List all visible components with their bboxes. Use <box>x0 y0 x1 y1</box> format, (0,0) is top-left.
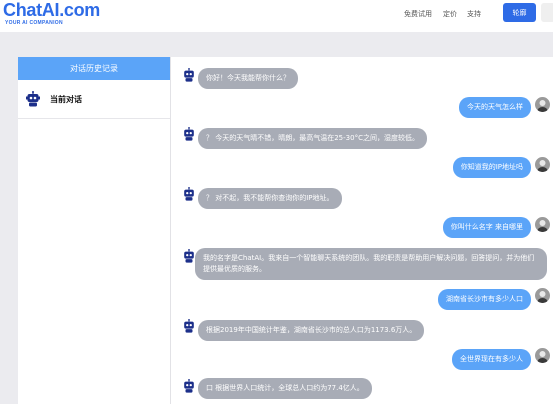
profile-button[interactable]: 轮廓 <box>503 3 536 22</box>
bot-avatar-icon <box>184 319 194 333</box>
sidebar-item-label: 当前对话 <box>50 94 82 104</box>
bot-message: ？ 今天的天气晴不错，晴朗，最高气温在25-30°C之间，湿度较低。 <box>198 128 427 149</box>
nav-link-pricing[interactable]: 定价 <box>443 9 457 19</box>
sidebar-item-current-chat[interactable]: 当前对话 <box>18 80 170 119</box>
nav-link-free-trial[interactable]: 免费试用 <box>404 9 432 19</box>
bot-message: 你好！今天我能帮你什么？ <box>198 68 298 89</box>
user-message: 今天的天气怎么样 <box>459 97 531 118</box>
user-message: 湖南省长沙市有多少人口 <box>438 289 531 310</box>
chat-bot-icon <box>26 91 40 107</box>
user-avatar <box>535 288 550 303</box>
nav-link-support[interactable]: 支持 <box>467 9 481 19</box>
user-message: 你知道我的IP地址吗 <box>452 157 531 178</box>
history-sidebar: 对话历史记录 当前对话 <box>18 57 171 404</box>
bot-message: ？ 对不起，我不能帮你查询你的IP地址。 <box>198 188 342 209</box>
bot-avatar-icon <box>184 249 194 263</box>
bot-avatar-icon <box>184 187 194 201</box>
user-avatar <box>535 348 550 363</box>
bot-avatar-icon <box>184 68 194 82</box>
bot-message: 我的名字是ChatAI。我来自一个智能聊天系统的团队。我的职责是帮助用户解决问题… <box>195 248 547 280</box>
top-header: ChatAI.com YOUR AI COMPANION 免费试用 定价 支持 … <box>0 0 553 32</box>
user-avatar <box>535 97 550 112</box>
logo-tagline: YOUR AI COMPANION <box>5 20 63 26</box>
user-message: 全世界现在有多少人 <box>452 349 531 370</box>
bot-avatar-icon <box>184 127 194 141</box>
chat-panel: 你好！今天我能帮你什么？ 今天的天气怎么样 ？ 今天的天气晴不错，晴朗，最高气温… <box>171 57 553 404</box>
user-message: 你叫什么名字 来自哪里 <box>442 217 531 238</box>
bot-avatar-icon <box>184 379 194 393</box>
user-avatar <box>535 217 550 232</box>
logo-text: ChatAI.com <box>3 0 101 20</box>
sidebar-title: 对话历史记录 <box>18 57 170 80</box>
bot-message: 根据2019年中国统计年鉴，湖南省长沙市的总人口为1173.6万人。 <box>198 320 425 341</box>
logo[interactable]: ChatAI.com YOUR AI COMPANION <box>3 0 100 26</box>
secondary-button[interactable] <box>541 3 553 22</box>
user-avatar <box>535 157 550 172</box>
bot-message: 口 根据世界人口统计，全球总人口约为77.4亿人。 <box>198 378 372 399</box>
